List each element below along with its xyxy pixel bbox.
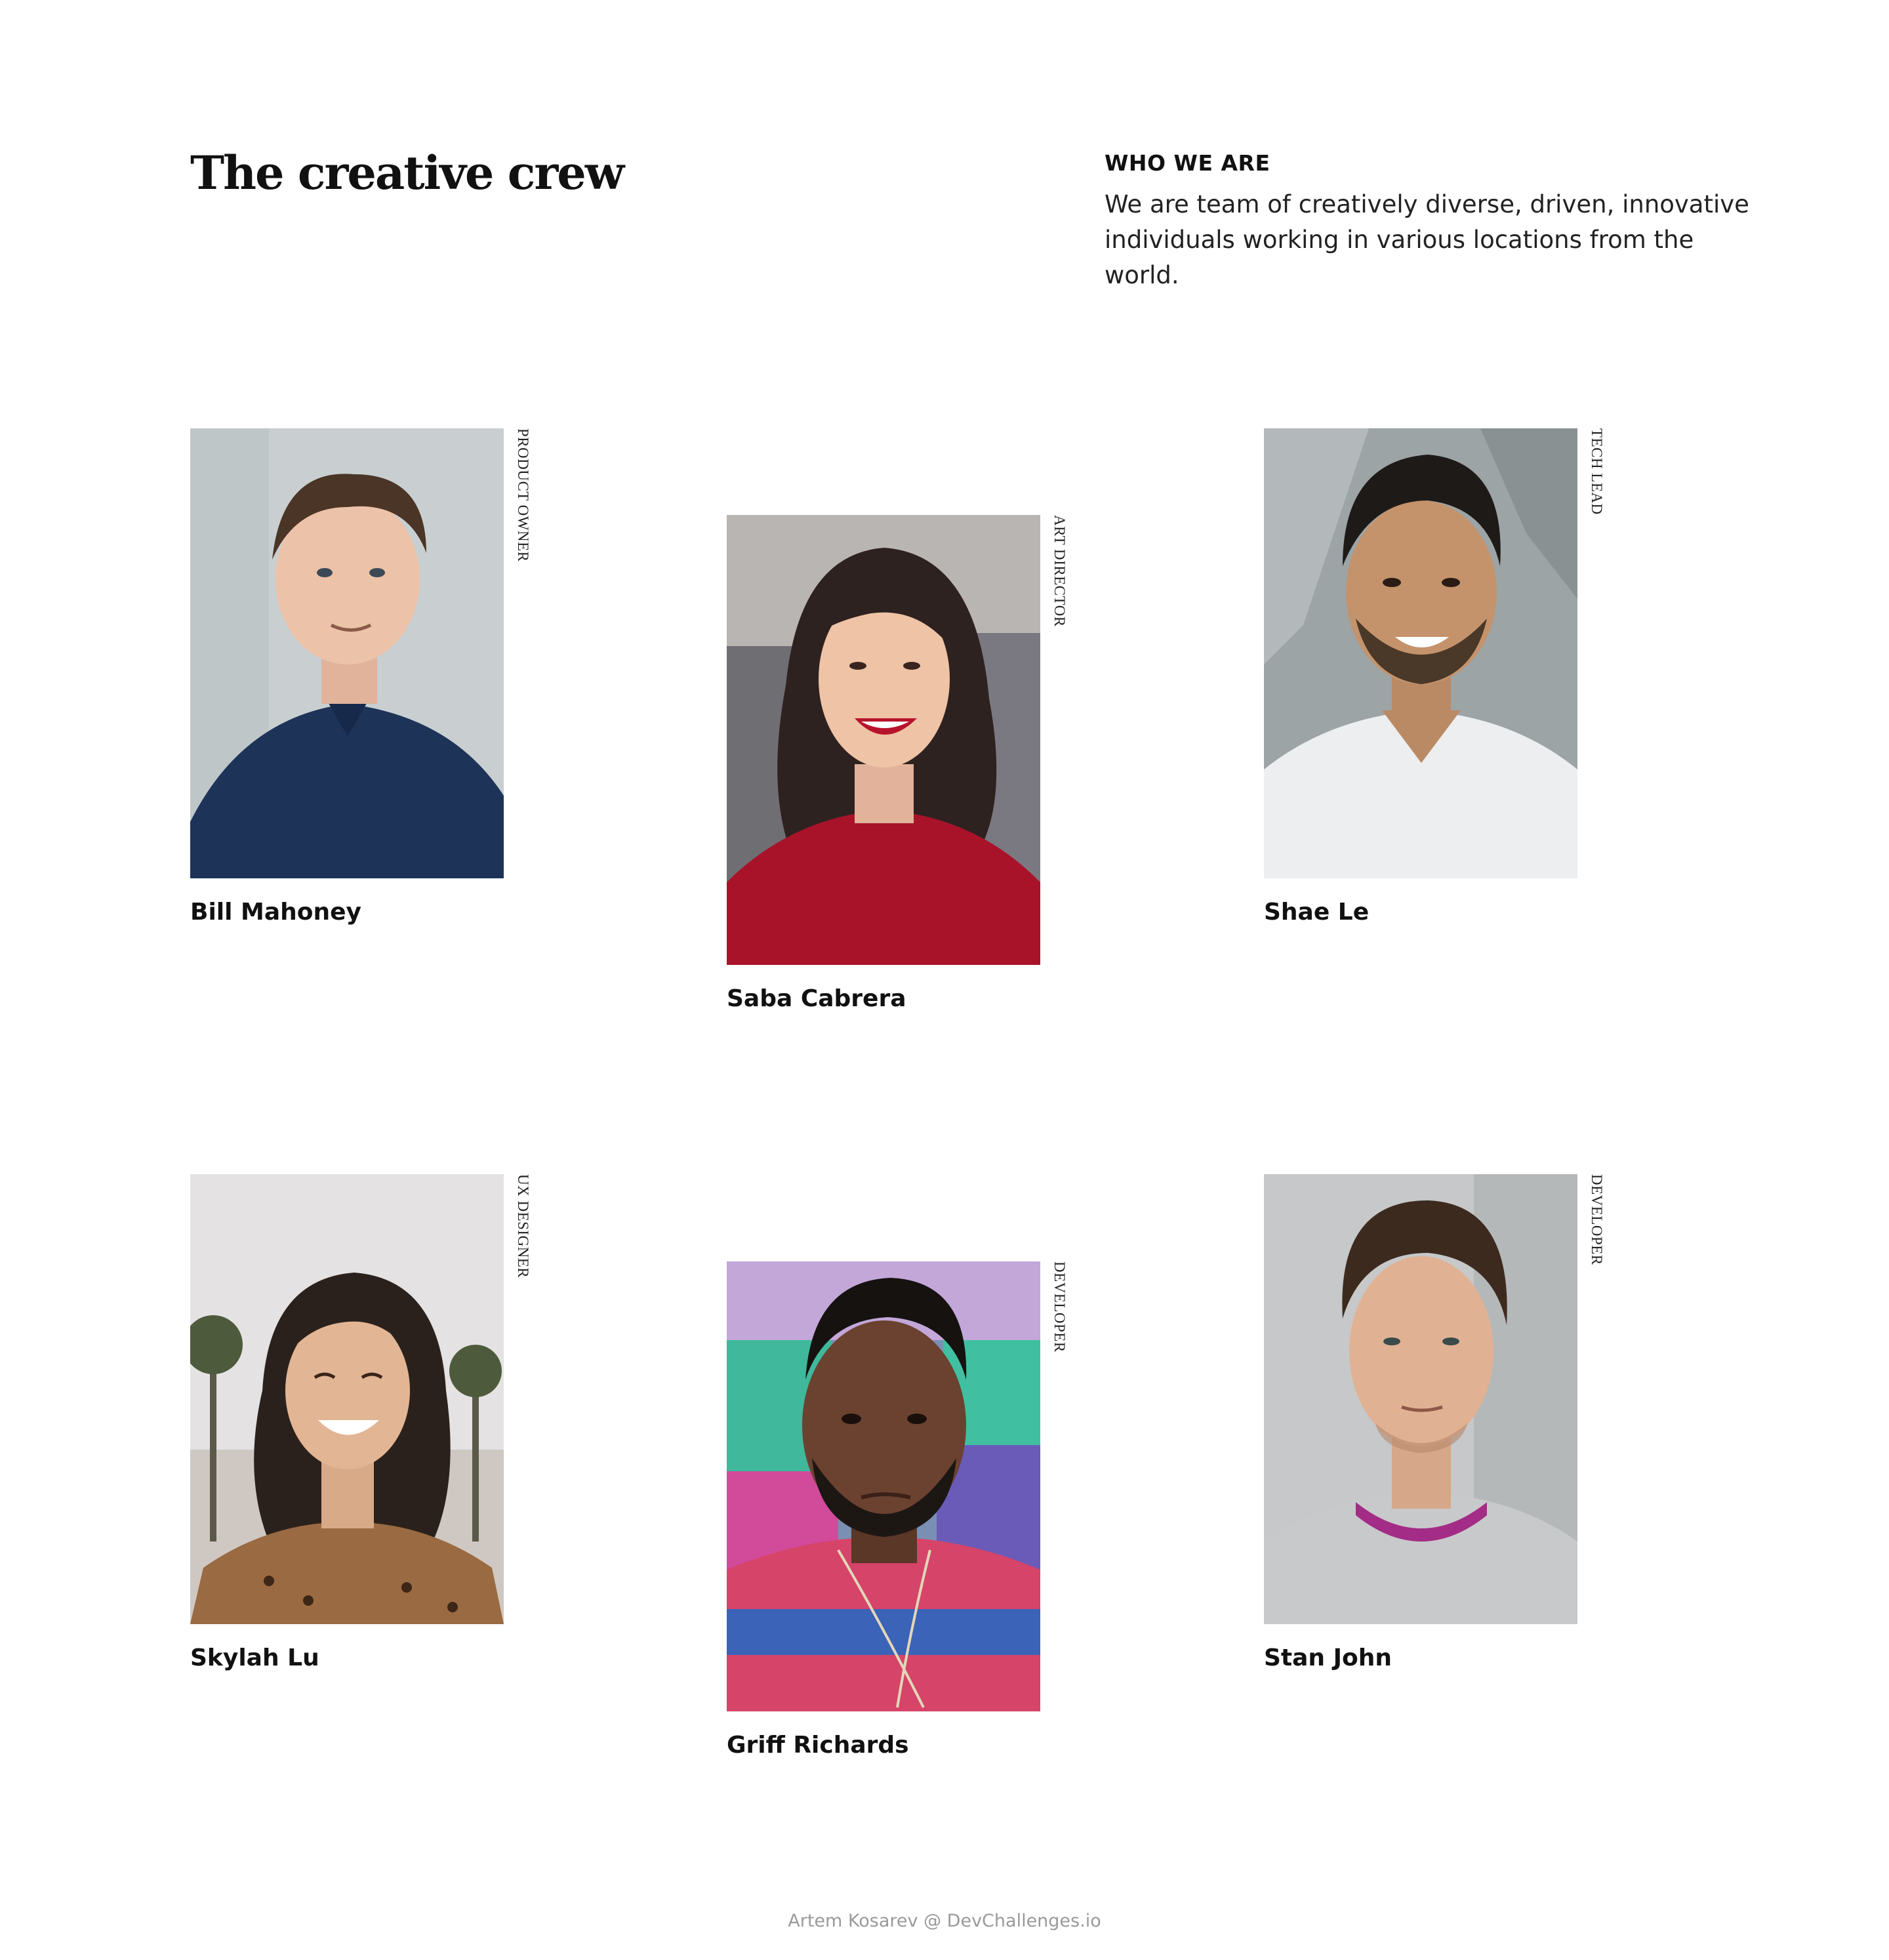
member-photo [727, 515, 1040, 965]
intro-heading: WHO WE ARE [1105, 150, 1270, 176]
footer-credit: Artem Kosarev @ DevChallenges.io [788, 1911, 1101, 1931]
member-photo [1264, 1174, 1577, 1624]
portrait-image [190, 1174, 504, 1624]
member-name: Griff Richards [727, 1732, 909, 1759]
member-role: ART DIRECTOR [1051, 515, 1068, 627]
member-role: DEVELOPER [1051, 1261, 1068, 1353]
portrait-image [190, 428, 504, 878]
portrait-image [727, 1261, 1040, 1711]
member-role: DEVELOPER [1589, 1174, 1605, 1265]
portrait-image [727, 515, 1040, 965]
member-role: TECH LEAD [1589, 428, 1605, 515]
page-title: The creative crew [190, 146, 624, 200]
member-name: Bill Mahoney [190, 899, 361, 926]
member-card-stan-john: DEVELOPER Stan John [1264, 1174, 1605, 1671]
member-role: PRODUCT OWNER [515, 428, 531, 562]
intro-section: WHO WE ARE We are team of creatively div… [1105, 150, 1760, 293]
member-name: Stan John [1264, 1644, 1392, 1671]
member-name: Shae Le [1264, 899, 1370, 926]
member-card-skylah-lu: UX DESIGNER Skylah Lu [190, 1174, 531, 1671]
member-photo [190, 1174, 504, 1624]
intro-text: We are team of creatively diverse, drive… [1105, 190, 1749, 289]
member-card-bill-mahoney: PRODUCT OWNER Bill Mahoney [190, 428, 531, 926]
member-card-shae-le: TECH LEAD Shae Le [1264, 428, 1605, 926]
member-name: Skylah Lu [190, 1644, 319, 1671]
portrait-image [1264, 1174, 1577, 1624]
member-card-griff-richards: DEVELOPER Griff Richards [727, 1261, 1068, 1759]
member-photo [190, 428, 504, 878]
portrait-image [1264, 428, 1577, 878]
member-role: UX DESIGNER [515, 1174, 531, 1278]
member-card-saba-cabrera: ART DIRECTOR Saba Cabrera [727, 515, 1068, 1012]
member-name: Saba Cabrera [727, 985, 906, 1012]
team-page: The creative crew WHO WE ARE We are team… [0, 0, 1889, 1960]
member-photo [727, 1261, 1040, 1711]
member-photo [1264, 428, 1577, 878]
